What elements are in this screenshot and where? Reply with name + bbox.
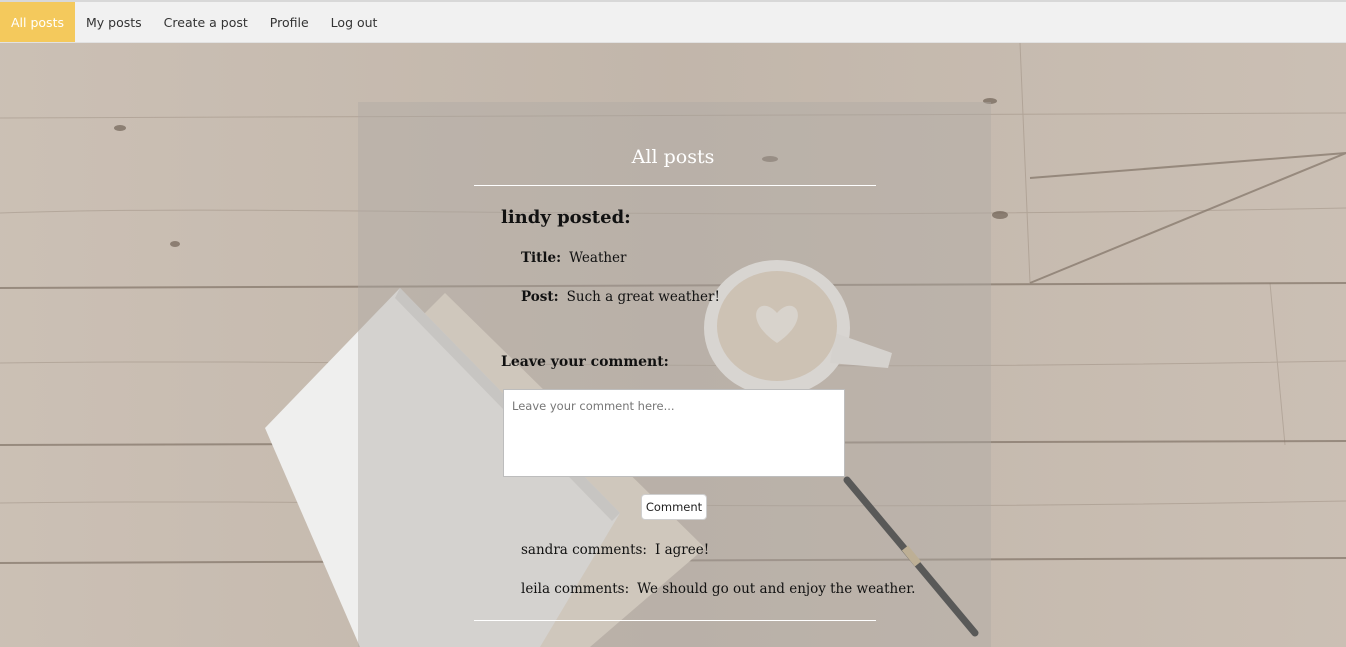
post-body-value: Such a great weather!: [566, 289, 720, 305]
comment-input[interactable]: [503, 389, 845, 477]
comment-text: We should go out and enjoy the weather.: [637, 581, 916, 597]
nav-all-posts[interactable]: All posts: [0, 2, 75, 42]
post-body-row: Post: Such a great weather!: [521, 289, 720, 305]
post-title-value: Weather: [569, 250, 627, 266]
nav-create-post[interactable]: Create a post: [153, 2, 259, 42]
nav-profile[interactable]: Profile: [259, 2, 320, 42]
nav-log-out[interactable]: Log out: [320, 2, 389, 42]
comment-heading: Leave your comment:: [501, 354, 669, 370]
top-nav: All posts My posts Create a post Profile…: [0, 2, 1346, 43]
post-title-label: Title:: [521, 250, 562, 266]
comment-button[interactable]: Comment: [641, 494, 707, 520]
post-author: lindy posted:: [501, 207, 631, 228]
page-title: All posts: [631, 146, 715, 168]
title-divider: [474, 185, 876, 186]
comment-author: leila comments:: [521, 581, 630, 597]
comment-item: leila comments: We should go out and enjo…: [521, 581, 915, 597]
comment-text: I agree!: [654, 542, 710, 558]
post-divider: [474, 620, 876, 621]
content-panel: [358, 102, 991, 647]
post-body-label: Post:: [521, 289, 559, 305]
nav-my-posts[interactable]: My posts: [75, 2, 153, 42]
comment-item: sandra comments: I agree!: [521, 542, 709, 558]
comment-author: sandra comments:: [521, 542, 647, 558]
post-title-row: Title: Weather: [521, 250, 627, 266]
